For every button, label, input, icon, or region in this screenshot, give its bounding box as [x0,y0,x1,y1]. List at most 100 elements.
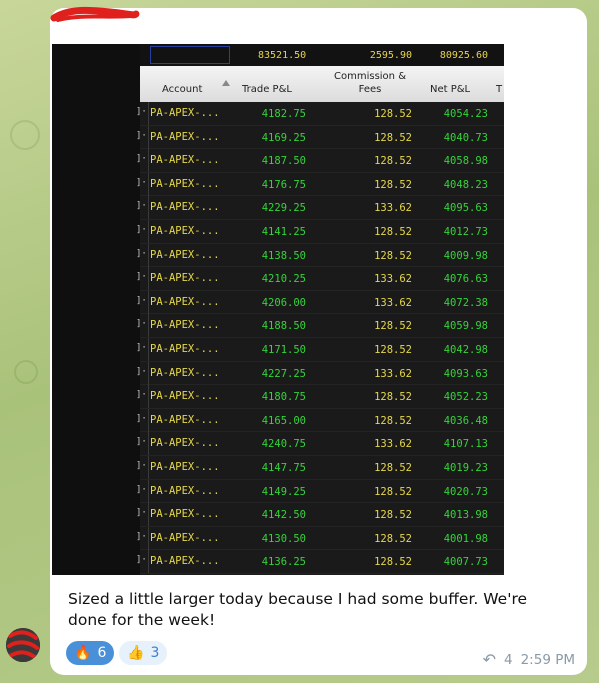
row-expand-icon[interactable]: ]· [136,390,147,400]
cell-net-pnl: 4001.98 [443,532,488,545]
header-trade-pnl[interactable]: Trade P&L [242,84,292,95]
table-row[interactable]: ]· PA-APEX-... 4188.50 128.52 4059.98 [136,314,504,338]
row-expand-icon[interactable]: ]· [136,508,147,518]
reaction-count: 6 [97,645,107,661]
cell-account: PA-APEX-... [150,531,220,544]
table-row[interactable]: ]· PA-APEX-... 4142.50 128.52 4013.98 [136,503,504,527]
table-row[interactable]: ]· PA-APEX-... 4136.25 128.52 4007.73 [136,550,504,574]
cell-account: PA-APEX-... [150,154,220,167]
row-expand-icon[interactable]: ]· [136,319,147,329]
table-row[interactable]: ]· PA-APEX-... 4182.75 128.52 4054.23 [136,102,504,126]
cell-commission: 128.52 [374,155,412,168]
row-expand-icon[interactable]: ]· [136,131,147,141]
table-row[interactable]: ]· PA-APEX-... 4227.25 133.62 4093.63 [136,361,504,386]
cell-account: PA-APEX-... [150,248,220,261]
total-commission: 2595.90 [369,50,412,61]
table-row[interactable]: ]· PA-APEX-... 4240.75 133.62 4107.13 [136,432,504,456]
avatar-redacted-icon [6,628,40,662]
table-row[interactable]: ]· PA-APEX-... 4180.75 128.52 4052.23 [136,385,504,409]
row-expand-icon[interactable]: ]· [136,343,147,353]
cell-commission: 128.52 [374,532,412,545]
cell-trade-pnl: 4180.75 [261,391,306,404]
cell-account: PA-APEX-... [150,555,220,568]
cell-net-pnl: 4009.98 [443,249,488,262]
cell-trade-pnl: 4169.25 [261,131,306,144]
header-extra-column[interactable]: T [496,84,502,95]
row-expand-icon[interactable]: ]· [136,107,147,117]
row-expand-icon[interactable]: ]· [136,178,147,188]
cell-trade-pnl: 4171.50 [261,344,306,356]
table-row[interactable]: ]· PA-APEX-... 4176.75 128.52 4048.23 [136,172,504,197]
totals-account-cell [150,46,230,64]
cell-commission: 133.62 [374,438,412,451]
reaction-thumbs-up[interactable]: 👍 3 [119,641,167,665]
table-row[interactable]: ]· PA-APEX-... 4149.25 128.52 4020.73 [136,479,504,504]
row-expand-icon[interactable]: ]· [136,367,147,377]
header-commission[interactable]: Commission & Fees [320,70,420,96]
row-separator [148,338,149,361]
header-account[interactable]: Account [162,84,202,95]
row-expand-icon[interactable]: ]· [136,437,147,447]
row-expand-icon[interactable]: ]· [136,201,147,211]
table-row[interactable]: ]· PA-APEX-... 4138.50 128.52 4009.98 [136,243,504,268]
row-separator [148,408,149,432]
avatar[interactable] [6,628,40,662]
row-expand-icon[interactable]: ]· [136,272,147,282]
row-separator [148,243,149,267]
row-expand-icon[interactable]: ]· [136,296,147,306]
table-row[interactable]: ]· PA-APEX-... 4130.50 128.52 4001.98 [136,526,504,551]
cell-net-pnl: 4072.38 [443,296,488,309]
row-expand-icon[interactable]: ]· [136,154,147,164]
header-commission-line2: Fees [358,84,382,95]
cell-commission: 128.52 [374,249,412,262]
row-separator [148,172,149,196]
table-row[interactable]: ]· PA-APEX-... 4171.50 128.52 4042.98 [136,338,504,362]
table-row[interactable]: ]· PA-APEX-... 4187.50 128.52 4058.98 [136,149,504,173]
header-net-pnl[interactable]: Net P&L [430,84,470,95]
cell-net-pnl: 4020.73 [443,485,488,498]
table-row[interactable]: ]· PA-APEX-... 4210.25 133.62 4076.63 [136,267,504,291]
table-row[interactable]: ]· PA-APEX-... 4141.25 128.52 4012.73 [136,220,504,244]
cell-commission: 128.52 [374,226,412,238]
cell-net-pnl: 4093.63 [443,367,488,380]
cell-net-pnl: 4054.23 [443,108,488,120]
row-expand-icon[interactable]: ]· [136,249,147,259]
row-expand-icon[interactable]: ]· [136,414,147,424]
cell-net-pnl: 4012.73 [443,226,488,238]
cell-trade-pnl: 4136.25 [261,556,306,569]
screenshot-image[interactable]: 83521.50 2595.90 80925.60 Account Trade … [52,44,504,575]
screenshot-left-panel [52,44,140,575]
row-expand-icon[interactable]: ]· [136,225,147,235]
reply-count[interactable]: 4 [504,652,513,668]
row-separator [148,432,149,456]
reaction-count: 3 [150,645,160,661]
reaction-fire[interactable]: 🔥 6 [66,641,114,665]
row-expand-icon[interactable]: ]· [136,532,147,542]
cell-net-pnl: 4052.23 [443,391,488,404]
cell-net-pnl: 4019.23 [443,462,488,474]
cell-trade-pnl: 4165.00 [261,414,306,427]
table-row[interactable]: ]· PA-APEX-... 4206.00 133.62 4072.38 [136,290,504,315]
table-row[interactable]: ]· PA-APEX-... 4169.25 128.52 4040.73 [136,125,504,150]
cell-trade-pnl: 4187.50 [261,155,306,168]
cell-trade-pnl: 4182.75 [261,108,306,120]
row-expand-icon[interactable]: ]· [136,555,147,565]
cell-net-pnl: 4107.13 [443,438,488,451]
cell-account: PA-APEX-... [150,319,220,332]
cell-trade-pnl: 4227.25 [261,367,306,380]
message-meta: ↶ 4 2:59 PM [483,650,575,669]
table-header: Account Trade P&L Commission & Fees Net … [140,66,504,102]
table-row[interactable]: ]· PA-APEX-... 4229.25 133.62 4095.63 [136,196,504,220]
message-text: Sized a little larger today because I ha… [68,590,528,629]
cell-trade-pnl: 4206.00 [261,296,306,309]
cell-net-pnl: 4058.98 [443,155,488,168]
cell-net-pnl: 4042.98 [443,344,488,356]
table-row[interactable]: ]· PA-APEX-... 4165.00 128.52 4036.48 [136,408,504,433]
row-separator [148,526,149,550]
row-expand-icon[interactable]: ]· [136,485,147,495]
table-row[interactable]: ]· PA-APEX-... 4147.75 128.52 4019.23 [136,456,504,480]
cell-commission: 133.62 [374,367,412,380]
row-separator [148,361,149,385]
row-expand-icon[interactable]: ]· [136,461,147,471]
reply-arrow-icon[interactable]: ↶ [483,650,496,669]
